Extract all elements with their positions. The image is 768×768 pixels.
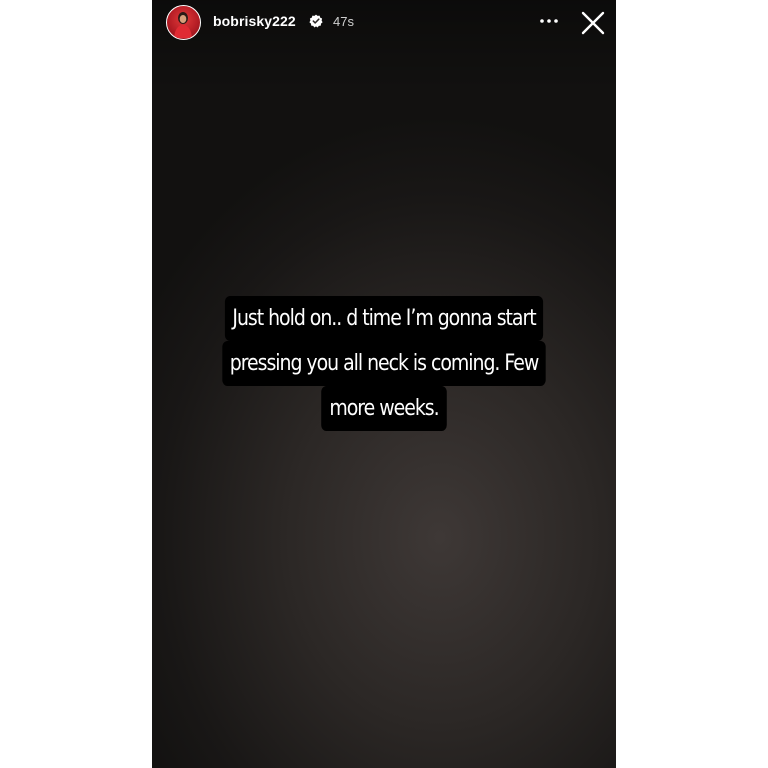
avatar-figure	[174, 12, 192, 38]
story-viewer[interactable]: bobrisky222 47s Just hold on.. d time I’…	[152, 0, 616, 768]
more-options-icon[interactable]	[536, 8, 562, 34]
verified-badge-icon	[309, 14, 323, 28]
caption-line: pressing you all neck is coming. Few	[221, 341, 547, 386]
story-timestamp: 47s	[333, 14, 354, 29]
story-caption: Just hold on.. d time I’m gonna start pr…	[205, 296, 563, 431]
caption-line: more weeks.	[321, 386, 447, 431]
story-header: bobrisky222 47s	[152, 0, 616, 46]
story-username[interactable]: bobrisky222	[213, 13, 296, 29]
close-icon[interactable]	[579, 9, 607, 37]
caption-line: Just hold on.. d time I’m gonna start	[224, 296, 544, 341]
page-frame: bobrisky222 47s Just hold on.. d time I’…	[0, 0, 768, 768]
avatar[interactable]	[166, 5, 201, 40]
